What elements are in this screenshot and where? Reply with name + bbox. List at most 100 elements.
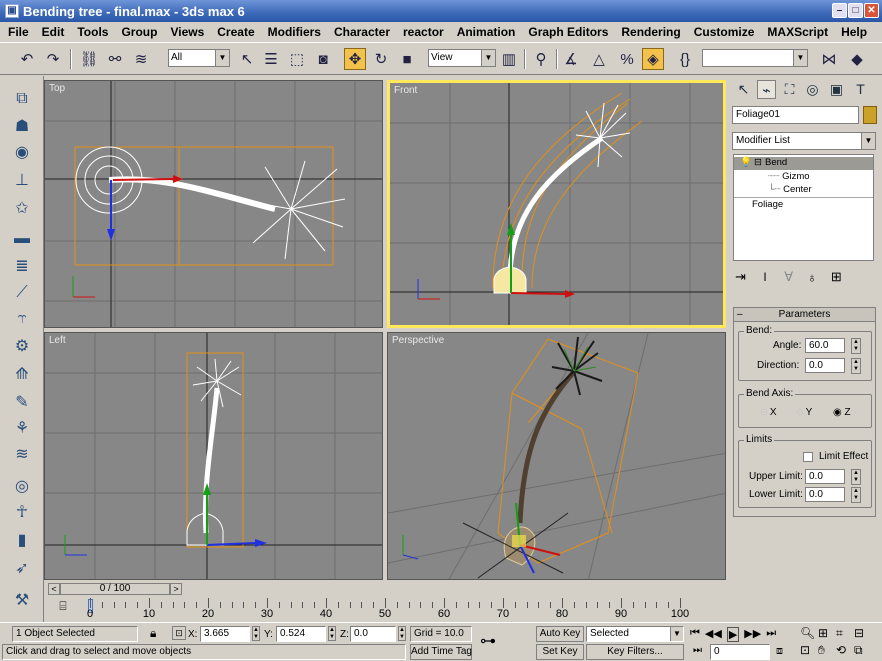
viewport-left[interactable]: Left	[44, 332, 383, 580]
edit-named-selection-icon[interactable]: {}	[674, 48, 696, 70]
maximize-icon[interactable]: □	[848, 3, 863, 18]
remove-modifier-icon[interactable]: ♁	[807, 270, 817, 285]
menu-graph-editors[interactable]: Graph Editors	[528, 25, 608, 39]
y-spinner[interactable]: ▲ ▼	[328, 626, 336, 641]
axis-y-radio[interactable]: ○ Y	[797, 407, 812, 418]
show-end-result-icon[interactable]: ⏽	[760, 269, 770, 285]
arc-rotate-icon[interactable]: ⟲	[836, 643, 854, 658]
y-coordinate-input[interactable]: 0.524	[276, 626, 326, 642]
previous-frame-icon[interactable]: ◀◀	[705, 627, 722, 642]
select-and-manipulate-icon[interactable]: ⚲	[530, 48, 552, 70]
key-filters-button[interactable]: Key Filters...	[586, 644, 684, 660]
absolute-mode-icon[interactable]: ⊡	[172, 626, 186, 640]
menu-edit[interactable]: Edit	[42, 25, 65, 39]
wave-tab-icon[interactable]: ≋	[10, 444, 34, 466]
x-spinner[interactable]: ▲ ▼	[252, 626, 260, 641]
hierarchy-tab-icon[interactable]: ⧉	[10, 88, 34, 110]
upper-limit-input[interactable]: 0.0	[805, 469, 845, 484]
field-of-view-icon[interactable]: ⊡	[800, 643, 818, 658]
spinner-snap-icon[interactable]: ◈	[642, 48, 664, 70]
close-icon[interactable]: ✕	[864, 3, 879, 18]
select-and-link-icon[interactable]: ⛓	[78, 48, 100, 70]
reference-coordinate-dropdown[interactable]: View ▼	[428, 49, 496, 67]
redo-icon[interactable]: ↷	[42, 48, 64, 70]
bind-space-warp-icon[interactable]: ≋	[130, 48, 152, 70]
angle-spinner[interactable]: ▲ ▼	[851, 338, 861, 354]
select-object-icon[interactable]: ↖	[236, 48, 258, 70]
go-to-end-icon[interactable]: ⏭	[766, 627, 776, 642]
lamp-tab-icon[interactable]: ⊥	[10, 170, 34, 192]
limit-effect-checkbox[interactable]	[803, 452, 813, 462]
link-tab-icon[interactable]: ⥾	[10, 308, 34, 330]
set-key-button[interactable]: Set Key	[536, 644, 584, 660]
zoom-extents-all-icon[interactable]: ⊟	[854, 626, 872, 641]
viewport-perspective[interactable]: Perspective	[387, 332, 726, 580]
hierarchy-tab-icon[interactable]: ⛶	[780, 80, 799, 99]
menu-customize[interactable]: Customize	[694, 25, 755, 39]
stack-item-foliage[interactable]: Foliage	[752, 199, 783, 210]
parameters-rollout-header[interactable]: – Parameters	[734, 308, 875, 322]
gear-icon[interactable]: ⚙	[10, 336, 34, 358]
maximize-viewport-icon[interactable]: ⧉	[854, 643, 872, 658]
helper-tab-icon[interactable]: ✩	[10, 198, 34, 220]
chevron-right-icon[interactable]: >	[170, 583, 182, 595]
key-icon[interactable]: ⊶	[480, 631, 496, 651]
pivot-center-icon[interactable]: ▥	[498, 48, 520, 70]
menu-tools[interactable]: Tools	[77, 25, 108, 39]
time-configuration-icon[interactable]: ⧈	[776, 645, 783, 658]
z-coordinate-input[interactable]: 0.0	[350, 626, 396, 642]
menu-rendering[interactable]: Rendering	[621, 25, 680, 39]
direction-spinner[interactable]: ▲ ▼	[851, 358, 861, 374]
time-slider[interactable]: < 0 / 100 >	[44, 582, 727, 596]
x-coordinate-input[interactable]: 3.665	[200, 626, 250, 642]
pan-icon[interactable]: ✋︎	[818, 643, 836, 658]
stack-item-gizmo[interactable]: ┈┈ Gizmo	[768, 171, 810, 182]
select-and-move-icon[interactable]: ✥	[344, 48, 366, 70]
patch-tab-icon[interactable]: ⚘	[10, 418, 34, 440]
lock-selection-icon[interactable]: 🔒︎	[150, 626, 156, 641]
menu-modifiers[interactable]: Modifiers	[268, 25, 321, 39]
z-spinner[interactable]: ▲ ▼	[398, 626, 406, 641]
viewport-front[interactable]: Front	[387, 80, 726, 328]
time-slider-thumb[interactable]: 0 / 100	[60, 583, 170, 595]
unlink-icon[interactable]: ⚯	[104, 48, 126, 70]
stack-item-center[interactable]: └┈ Center	[768, 184, 812, 195]
go-to-start-icon[interactable]: ⏮	[690, 627, 700, 642]
sphere-tab-icon[interactable]: ◉	[10, 142, 34, 164]
zoom-extents-icon[interactable]: ⌗	[836, 626, 854, 641]
lower-limit-input[interactable]: 0.0	[805, 487, 845, 502]
modifier-list-dropdown[interactable]: Modifier List ▼	[732, 132, 876, 150]
collapse-icon[interactable]: ⊟	[754, 157, 762, 168]
menu-file[interactable]: File	[8, 25, 29, 39]
key-mode-dropdown[interactable]: Selected ▼	[586, 626, 684, 642]
pin-stack-icon[interactable]: ⇥	[735, 269, 746, 285]
character-tab-icon[interactable]: ⟰	[10, 364, 34, 386]
motion-tab-icon[interactable]: ◎	[803, 80, 822, 99]
next-frame-icon[interactable]: ▶▶	[744, 627, 761, 642]
brush-tab-icon[interactable]: ✎	[10, 392, 34, 414]
minimize-icon[interactable]: –	[832, 3, 847, 18]
display-tab-icon[interactable]: ▣	[827, 80, 846, 99]
mirror-icon[interactable]: ⋈	[818, 48, 840, 70]
angle-input[interactable]: 60.0	[805, 338, 845, 353]
bone-tab-icon[interactable]: ⟋	[10, 282, 34, 304]
utility-tab-icon[interactable]: ⚒	[10, 590, 34, 612]
named-selection-sets-dropdown[interactable]: ▼	[702, 49, 808, 67]
chevron-left-icon[interactable]: <	[48, 583, 60, 595]
lightbulb-icon[interactable]: 💡	[740, 157, 752, 168]
modify-tab-icon[interactable]: ⌁	[757, 80, 776, 99]
shape-tab-icon[interactable]: ▮	[10, 530, 34, 552]
current-frame-input[interactable]: 0	[710, 644, 770, 660]
box-tab-icon[interactable]: ▬	[10, 228, 34, 250]
cylinder-tab-icon[interactable]: ≣	[10, 256, 34, 278]
key-mode-toggle-icon[interactable]: ⏭	[693, 645, 702, 656]
menu-animation[interactable]: Animation	[457, 25, 516, 39]
object-name-input[interactable]: Foliage01	[732, 106, 859, 124]
auto-key-button[interactable]: Auto Key	[536, 626, 584, 642]
viewport-top[interactable]: Top	[44, 80, 383, 328]
align-icon[interactable]: ◆	[846, 48, 868, 70]
menu-group[interactable]: Group	[121, 25, 157, 39]
torus-tab-icon[interactable]: ◎	[10, 476, 34, 498]
zoom-icon[interactable]: 🔍︎	[800, 626, 818, 641]
create-tab-icon[interactable]: ↖	[734, 80, 753, 99]
